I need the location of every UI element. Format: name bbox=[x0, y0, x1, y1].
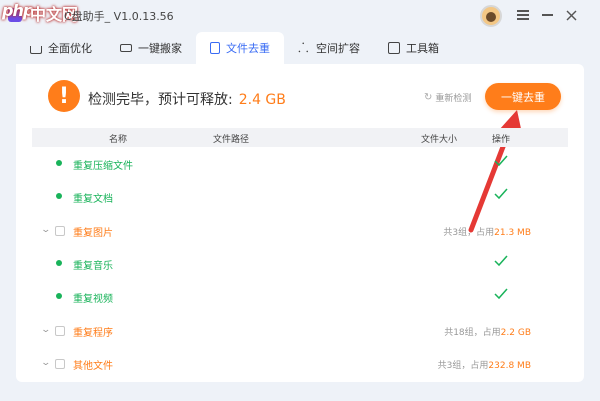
summary-groups: 18 bbox=[453, 328, 465, 338]
header-path: 文件路径 bbox=[213, 135, 250, 145]
header-op: 操作 bbox=[492, 135, 511, 145]
summary-mid: 组，占用 bbox=[452, 361, 489, 371]
status-dot-icon bbox=[56, 160, 62, 166]
check-icon bbox=[494, 155, 508, 167]
check-icon bbox=[494, 188, 508, 200]
table-header: 名称 文件路径 文件大小 操作 bbox=[32, 128, 568, 147]
user-avatar[interactable] bbox=[480, 5, 502, 27]
tab-label: 空间扩容 bbox=[316, 42, 360, 55]
row-checkbox[interactable] bbox=[55, 226, 65, 236]
row-label: 重复文档 bbox=[73, 194, 113, 205]
app-title: C盘助手_ V1.0.13.56 bbox=[64, 10, 174, 23]
row-summary: 共18组，占用2.2 GB bbox=[444, 325, 531, 338]
summary-prefix: 共 bbox=[444, 328, 454, 338]
title-bar: php 中文网 C盘助手_ V1.0.13.56 bbox=[0, 0, 600, 32]
menu-button[interactable] bbox=[514, 6, 532, 24]
table-row[interactable]: ⌄ 重复程序 共18组，占用2.2 GB bbox=[32, 314, 568, 347]
home-icon bbox=[30, 45, 42, 54]
row-label: 重复音乐 bbox=[73, 261, 113, 272]
close-icon bbox=[566, 10, 576, 20]
tab-toolbox[interactable]: 工具箱 bbox=[374, 32, 453, 64]
table-row[interactable]: 重复压缩文件 bbox=[32, 147, 568, 180]
truck-icon bbox=[120, 44, 132, 52]
summary-mid: 组，占用 bbox=[458, 228, 495, 238]
row-summary: 共3组，占用232.8 MB bbox=[438, 358, 531, 371]
check-icon bbox=[494, 288, 508, 300]
chevron-down-icon[interactable]: ⌄ bbox=[40, 225, 51, 235]
row-label: 重复视频 bbox=[73, 294, 113, 305]
refresh-icon: ↻ bbox=[424, 92, 433, 103]
toolbox-icon bbox=[388, 42, 400, 54]
tab-label: 全面优化 bbox=[48, 42, 92, 55]
table-row[interactable]: 重复视频 bbox=[32, 280, 568, 313]
tab-one-click-move[interactable]: 一键搬家 bbox=[106, 32, 196, 64]
chevron-down-icon[interactable]: ⌄ bbox=[40, 358, 51, 368]
scan-result-headline: 检测完毕，预计可释放: 2.4 GB bbox=[88, 89, 286, 109]
dedupe-panel: ! 检测完毕，预计可释放: 2.4 GB ↻ 重新检测 一键去重 名称 文件路径 … bbox=[16, 64, 584, 382]
main-tabs: 全面优化 一键搬家 文件去重 空间扩容 工具箱 bbox=[16, 32, 453, 64]
row-checkbox[interactable] bbox=[55, 359, 65, 369]
status-dot-icon bbox=[56, 293, 62, 299]
table-row[interactable]: 重复音乐 bbox=[32, 247, 568, 280]
scan-status-text: 检测完毕，预计可释放: bbox=[88, 92, 233, 108]
check-icon bbox=[494, 255, 508, 267]
summary-size: 21.3 MB bbox=[494, 228, 531, 238]
row-summary: 共3组，占用21.3 MB bbox=[443, 225, 531, 238]
minimize-icon bbox=[541, 14, 553, 16]
status-dot-icon bbox=[56, 260, 62, 266]
watermark-php: php bbox=[2, 1, 34, 20]
hamburger-icon bbox=[517, 10, 529, 20]
header-size: 文件大小 bbox=[421, 135, 458, 145]
row-label: 其他文件 bbox=[73, 361, 113, 372]
row-checkbox[interactable] bbox=[55, 326, 65, 336]
minimize-button[interactable] bbox=[538, 6, 556, 24]
row-label: 重复压缩文件 bbox=[73, 161, 133, 172]
table-row[interactable]: ⌄ 其他文件 共3组，占用232.8 MB bbox=[32, 347, 568, 380]
document-icon bbox=[210, 42, 220, 54]
recheck-button[interactable]: ↻ 重新检测 bbox=[424, 91, 471, 104]
tab-label: 文件去重 bbox=[226, 42, 270, 55]
tab-full-optimize[interactable]: 全面优化 bbox=[16, 32, 106, 64]
releasable-size: 2.4 GB bbox=[238, 92, 286, 108]
row-label: 重复图片 bbox=[73, 228, 113, 239]
tab-label: 一键搬家 bbox=[138, 42, 182, 55]
recheck-label: 重新检测 bbox=[435, 94, 472, 104]
one-click-dedupe-button[interactable]: 一键去重 bbox=[485, 83, 561, 110]
summary-size: 2.2 GB bbox=[500, 328, 531, 338]
tab-label: 工具箱 bbox=[406, 42, 439, 55]
table-row[interactable]: ⌄ 重复图片 共3组，占用21.3 MB bbox=[32, 214, 568, 247]
close-button[interactable] bbox=[562, 6, 580, 24]
chevron-down-icon[interactable]: ⌄ bbox=[40, 325, 51, 335]
tab-file-dedupe[interactable]: 文件去重 bbox=[196, 32, 284, 64]
summary-prefix: 共 bbox=[437, 361, 447, 371]
status-dot-icon bbox=[56, 193, 62, 199]
summary-mid: 组，占用 bbox=[464, 328, 501, 338]
warning-icon: ! bbox=[48, 80, 80, 112]
table-row[interactable]: 重复文档 bbox=[32, 180, 568, 213]
network-icon bbox=[298, 38, 310, 56]
tab-space-expand[interactable]: 空间扩容 bbox=[284, 32, 374, 64]
row-label: 重复程序 bbox=[73, 328, 113, 339]
header-name: 名称 bbox=[109, 135, 128, 145]
summary-size: 232.8 MB bbox=[488, 361, 531, 371]
